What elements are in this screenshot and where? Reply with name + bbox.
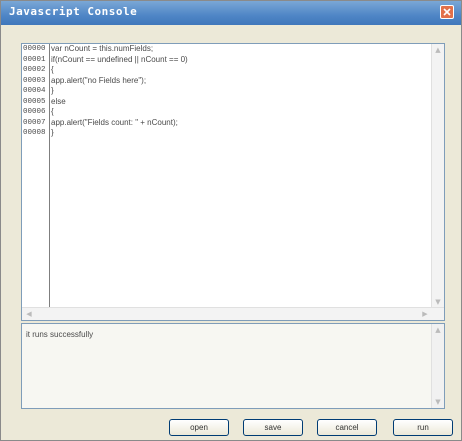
arrow-down-icon[interactable]: ▼ [433,297,443,307]
line-number: 00001 [23,55,46,64]
save-button[interactable]: save [243,419,303,436]
script-editor[interactable]: 00000 00001 00002 00003 00004 00005 0000… [21,43,445,321]
line-number: 00005 [23,97,46,106]
line-number: 00006 [23,108,46,116]
output-panel[interactable]: it runs successfully ▲ ▼ [21,323,445,409]
code-line: { [51,65,54,74]
code-line: app.alert("Fields count: " + nCount); [51,117,178,127]
line-number: 00004 [23,87,46,95]
editor-vertical-scrollbar[interactable]: ▲ ▼ [431,44,444,320]
arrow-up-icon[interactable]: ▲ [433,45,443,55]
code-line: app.alert("no Fields here"); [51,75,147,85]
arrow-right-icon[interactable]: ▶ [420,309,430,319]
code-line: { [51,107,54,116]
line-number: 00000 [23,45,46,53]
code-line: } [51,86,54,95]
code-area[interactable]: var nCount = this.numFields; if(nCount =… [51,44,430,139]
close-button[interactable] [440,5,454,19]
title-bar[interactable]: Javascript Console [1,1,461,25]
arrow-left-icon[interactable]: ◀ [24,309,34,319]
code-line: else [51,96,66,106]
editor-horizontal-scrollbar[interactable]: ◀ ▶ [22,307,444,320]
line-number: 00002 [23,66,46,74]
arrow-up-icon[interactable]: ▲ [433,325,443,335]
open-button[interactable]: open [169,419,229,436]
code-line: var nCount = this.numFields; [51,44,154,53]
line-number: 00003 [23,76,46,85]
close-icon [443,8,451,16]
code-line: if(nCount == undefined || nCount == 0) [51,54,188,64]
output-vertical-scrollbar[interactable]: ▲ ▼ [431,324,444,408]
console-window: Javascript Console 00000 00001 00002 000… [0,0,462,441]
line-number: 00008 [23,129,46,137]
output-text: it runs successfully [26,330,94,339]
code-line: } [51,128,54,137]
line-number-gutter: 00000 00001 00002 00003 00004 00005 0000… [22,44,50,320]
window-title: Javascript Console [9,5,138,18]
run-button[interactable]: run [393,419,453,436]
arrow-down-icon[interactable]: ▼ [433,397,443,407]
cancel-button[interactable]: cancel [317,419,377,436]
line-number: 00007 [23,118,46,127]
